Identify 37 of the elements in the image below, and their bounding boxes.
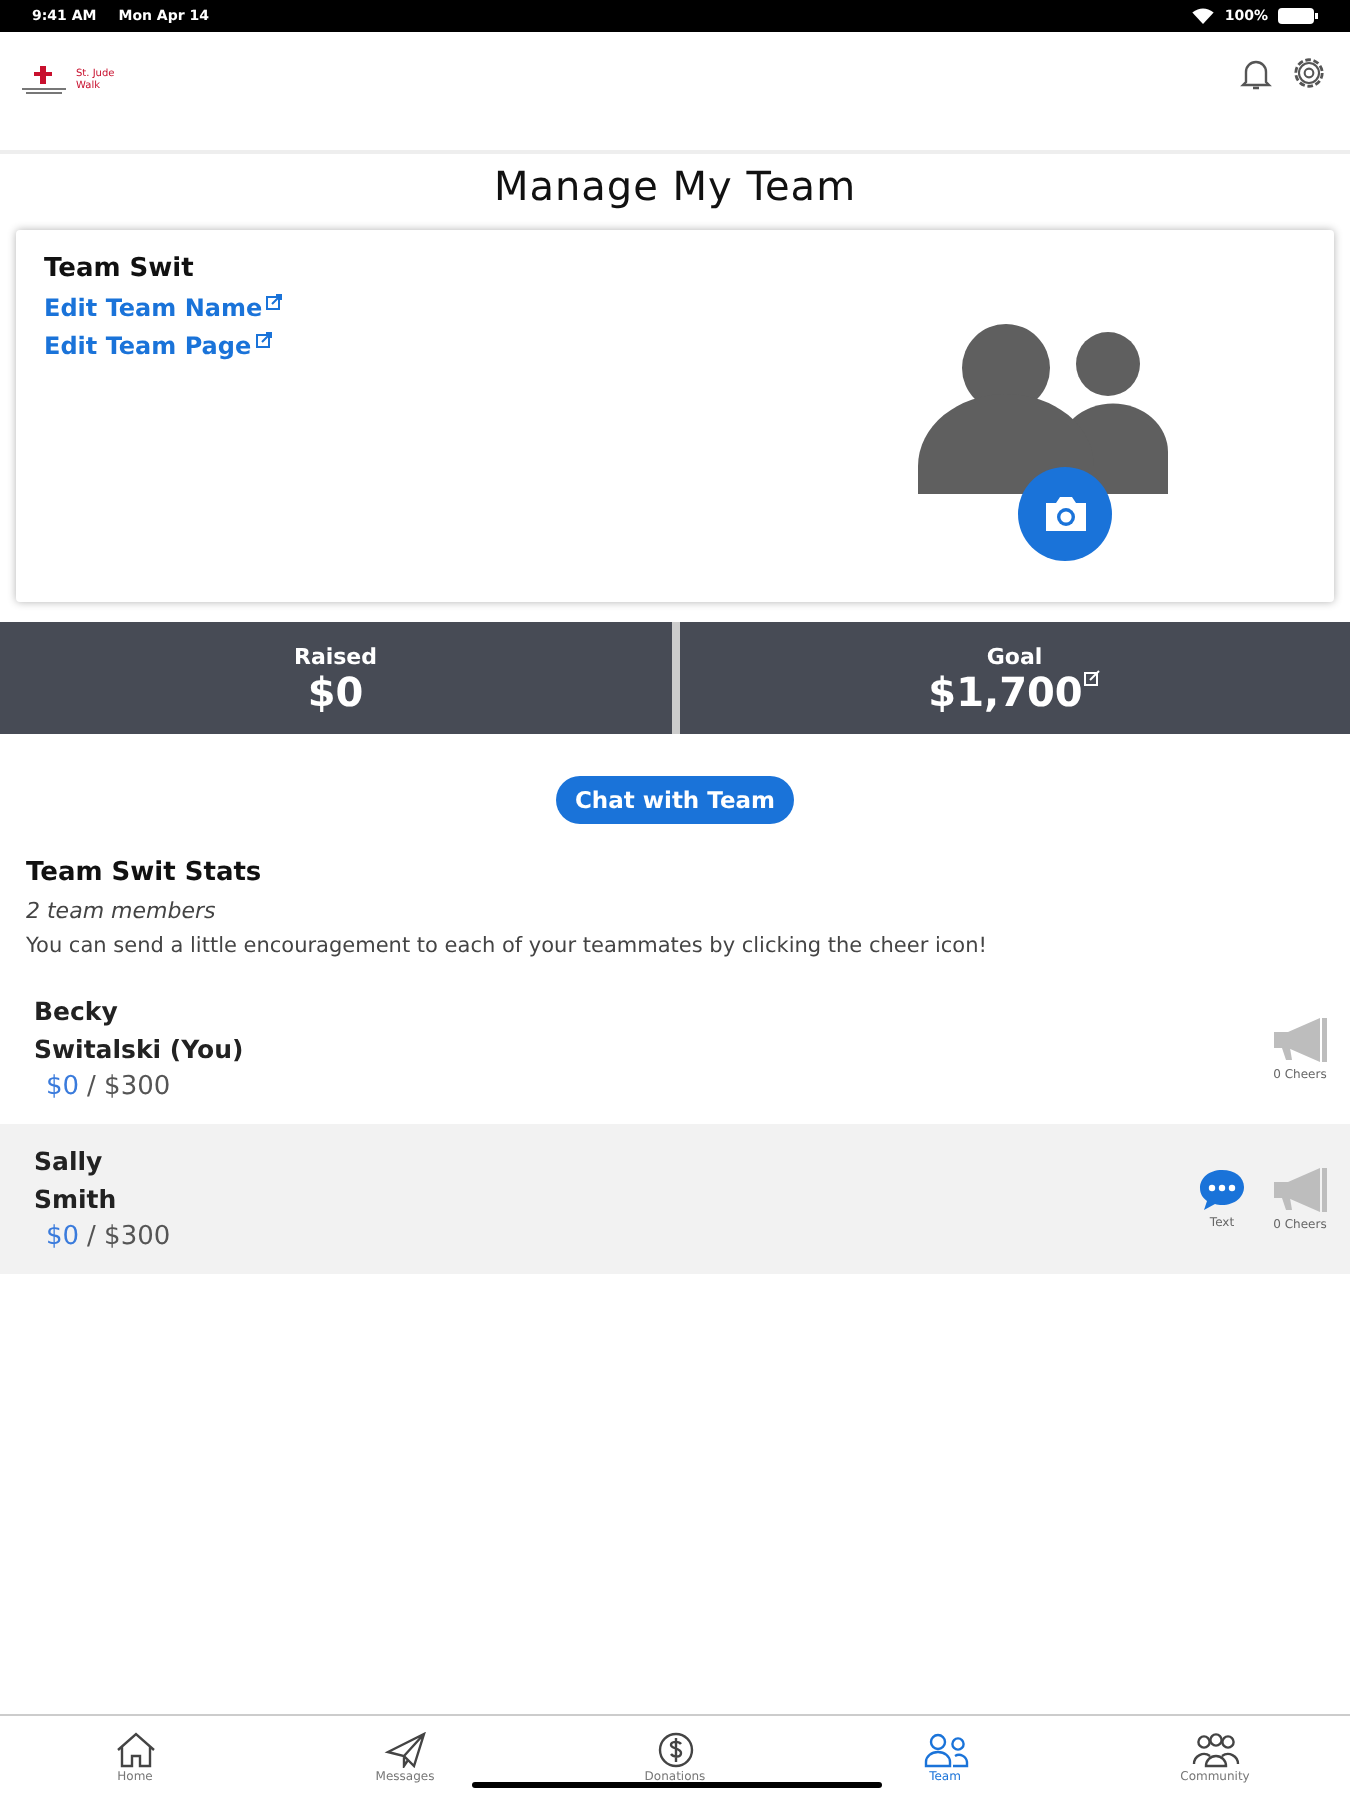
people-icon: [921, 1732, 969, 1768]
paper-plane-icon: [381, 1732, 429, 1768]
member-count: 2 team members: [26, 898, 218, 924]
settings-icon[interactable]: [1292, 56, 1326, 90]
chat-bubble-icon: [1198, 1168, 1246, 1212]
total-label: Goal: [986, 643, 1043, 669]
hint-text: You can send a little encouragement to each of your teammates by clicking the cheer icon!: [26, 934, 989, 958]
bell-icon[interactable]: [1240, 56, 1272, 92]
group-icon: [1191, 1732, 1239, 1768]
wifi-icon: [1192, 8, 1215, 24]
member-name: Sally: [34, 1144, 103, 1180]
page-title: Manage My Team: [491, 162, 859, 210]
edit-icon[interactable]: [1084, 669, 1101, 685]
megaphone-icon: [1270, 1166, 1330, 1214]
member-name: Becky: [34, 994, 118, 1030]
team-avatar-icon: [918, 322, 1174, 494]
external-link-icon: [255, 332, 272, 348]
megaphone-icon: [1270, 1016, 1330, 1064]
external-link-icon: [266, 294, 283, 310]
member-raised: $0: [46, 1070, 80, 1106]
member-raised: $0: [46, 1220, 80, 1256]
team-name: Team Swit: [44, 254, 194, 284]
camera-icon: [1041, 495, 1089, 533]
member-name: Switalski (You): [34, 1032, 244, 1068]
chat-button[interactable]: Chat with Team: [556, 776, 793, 824]
total-value: $0: [307, 669, 364, 713]
camera-button[interactable]: [1018, 467, 1112, 561]
member-goal: / $300: [87, 1220, 171, 1256]
member-name: Smith: [34, 1182, 117, 1218]
member-goal: / $300: [87, 1070, 171, 1106]
battery-icon: [1278, 8, 1318, 24]
stats-title: Team Swit Stats: [26, 858, 264, 888]
edit-link[interactable]: Edit Team Name: [44, 294, 283, 322]
total-value: $1,700: [928, 669, 1083, 713]
logo-icon: [20, 64, 68, 96]
edit-link[interactable]: Edit Team Page: [44, 332, 272, 360]
total-label: Raised: [293, 643, 378, 669]
